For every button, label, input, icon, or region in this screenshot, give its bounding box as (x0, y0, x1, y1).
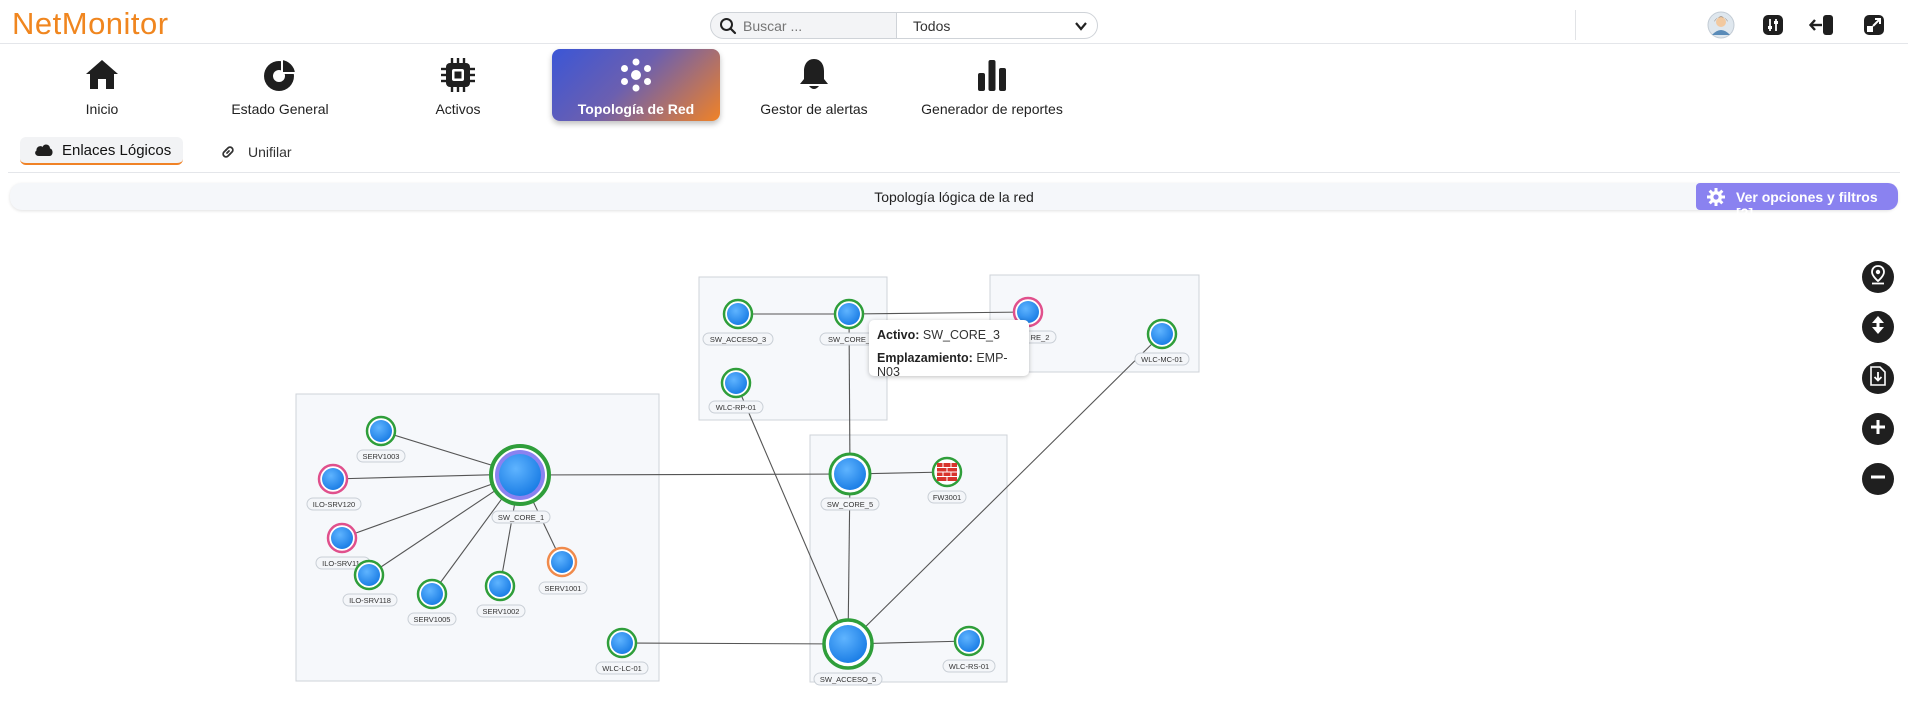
fit-view-button[interactable] (1862, 311, 1894, 343)
node-label: SERV1005 (414, 615, 451, 624)
group-box (698, 276, 888, 421)
firewall-icon (937, 463, 957, 481)
node-label: SERV1002 (483, 607, 520, 616)
node-label: SW_ACCESO_5 (820, 675, 876, 684)
tooltip-asset-value: SW_CORE_3 (922, 328, 1000, 342)
node-label: WLC-RP-01 (716, 403, 756, 412)
download-button[interactable] (1862, 362, 1894, 394)
node-label: SW_CORE_1 (498, 513, 544, 522)
zoom-out-button[interactable] (1862, 463, 1894, 495)
node-label: WLC-LC-01 (602, 664, 642, 673)
node-label: FW3001 (933, 493, 961, 502)
zoom-in-button[interactable] (1862, 413, 1894, 445)
map-pin-icon (1869, 264, 1887, 290)
node-label: RE_2 (1031, 333, 1050, 342)
tooltip-location-label: Emplazamiento: (877, 351, 973, 365)
tooltip-asset-row: Activo: SW_CORE_3 (877, 328, 1000, 342)
node-label: SW_CORE_5 (827, 500, 873, 509)
node-label: WLC-MC-01 (1141, 355, 1183, 364)
tooltip-asset-label: Activo: (877, 328, 920, 342)
node-label: WLC-RS-01 (949, 662, 989, 671)
file-download-icon (1870, 365, 1886, 391)
node-label: SERV1001 (545, 584, 582, 593)
node-label: ILO-SRV11 (322, 559, 360, 568)
tooltip-location-row: Emplazamiento: EMP-N03 (877, 351, 1029, 379)
node-label: SERV1003 (363, 452, 400, 461)
node-sw-core-1[interactable]: SW_CORE_1 (489, 444, 551, 524)
node-label: SW_CORE_ (828, 335, 871, 344)
node-label: ILO-SRV118 (349, 596, 391, 605)
plus-icon (1870, 419, 1886, 440)
node-label: ILO-SRV120 (313, 500, 355, 509)
locate-button[interactable] (1862, 261, 1894, 293)
app-root: NetMonitor Todos (0, 0, 1908, 709)
minus-icon (1870, 469, 1886, 490)
node-tooltip: Activo: SW_CORE_3 Emplazamiento: EMP-N03 (869, 320, 1029, 379)
vertical-arrows-icon (1870, 315, 1886, 340)
node-label: SW_ACCESO_3 (710, 335, 766, 344)
